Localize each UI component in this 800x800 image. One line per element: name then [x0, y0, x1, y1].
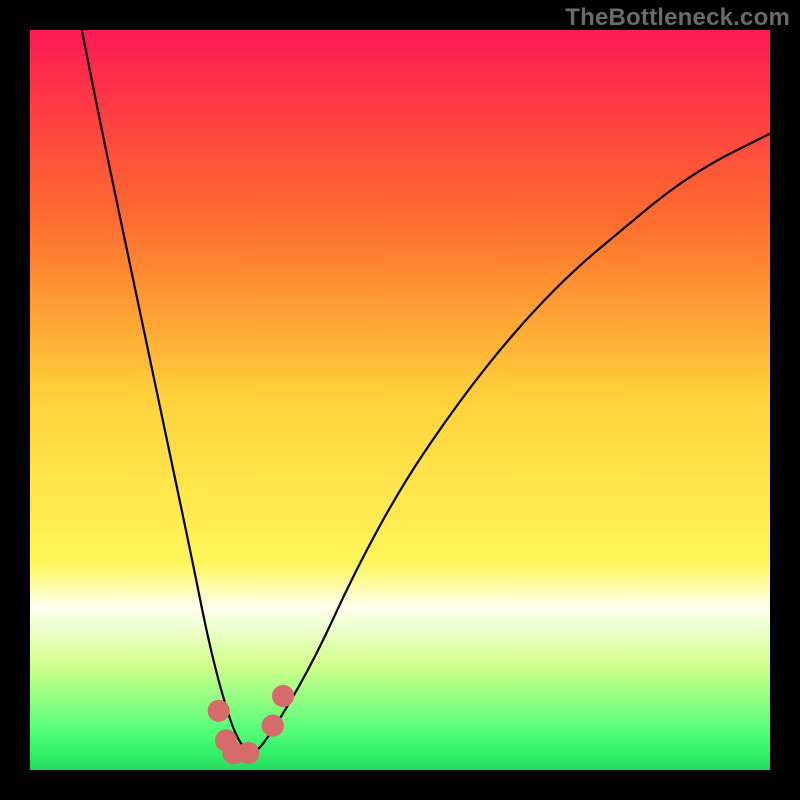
watermark-text: TheBottleneck.com [565, 4, 790, 32]
marker-group [208, 685, 295, 764]
bottleneck-curve [82, 30, 770, 752]
marker-dot [208, 700, 230, 722]
curve-layer [30, 30, 770, 770]
marker-dot [237, 742, 259, 764]
marker-dot [262, 715, 284, 737]
marker-dot [272, 685, 294, 707]
plot-area [30, 30, 770, 770]
chart-frame: TheBottleneck.com [0, 0, 800, 800]
